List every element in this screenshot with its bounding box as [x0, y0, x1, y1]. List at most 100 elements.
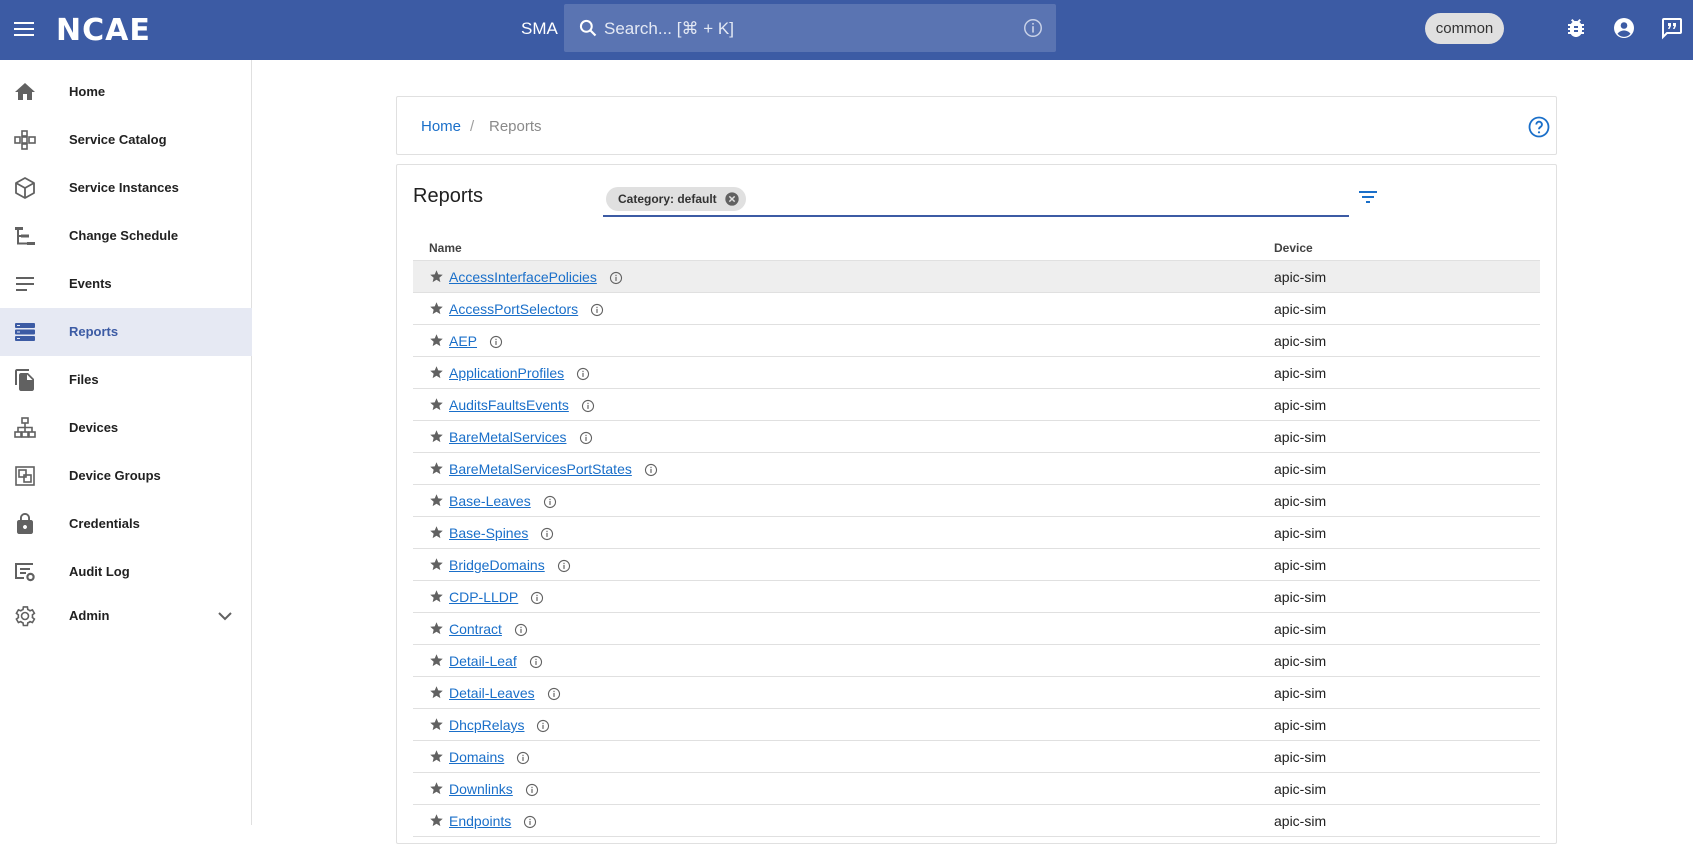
column-header-device[interactable]: Device: [1274, 241, 1313, 255]
chevron-down-icon[interactable]: [213, 604, 237, 628]
info-icon[interactable]: [590, 303, 604, 317]
star-icon[interactable]: [429, 461, 444, 476]
report-link[interactable]: BareMetalServices: [449, 429, 593, 445]
table-row[interactable]: Base-Spines apic-sim: [413, 517, 1540, 549]
sidebar-item-service-instances[interactable]: Service Instances: [0, 164, 252, 212]
report-link[interactable]: Detail-Leaf: [449, 653, 543, 669]
report-link[interactable]: Detail-Leaves: [449, 685, 561, 701]
table-row[interactable]: ApplicationProfiles apic-sim: [413, 357, 1540, 389]
info-icon[interactable]: [543, 495, 557, 509]
search-input[interactable]: Search... [⌘ + K]: [604, 19, 734, 39]
report-link[interactable]: Contract: [449, 621, 528, 637]
star-icon[interactable]: [429, 717, 444, 732]
report-name[interactable]: ApplicationProfiles: [449, 365, 564, 381]
sidebar-item-change-schedule[interactable]: Change Schedule: [0, 212, 252, 260]
report-name[interactable]: AccessPortSelectors: [449, 301, 578, 317]
star-icon[interactable]: [429, 781, 444, 796]
table-row[interactable]: DhcpRelays apic-sim: [413, 709, 1540, 741]
table-row[interactable]: AEP apic-sim: [413, 325, 1540, 357]
report-link[interactable]: Endpoints: [449, 813, 537, 829]
report-name[interactable]: AuditsFaultsEvents: [449, 397, 569, 413]
sidebar-item-credentials[interactable]: Credentials: [0, 500, 252, 548]
star-icon[interactable]: [429, 301, 444, 316]
sidebar-item-devices[interactable]: Devices: [0, 404, 252, 452]
account-icon[interactable]: [1612, 16, 1636, 40]
star-icon[interactable]: [429, 333, 444, 348]
report-link[interactable]: BareMetalServicesPortStates: [449, 461, 658, 477]
star-icon[interactable]: [429, 493, 444, 508]
report-link[interactable]: AccessInterfacePolicies: [449, 269, 623, 285]
table-row[interactable]: BridgeDomains apic-sim: [413, 549, 1540, 581]
report-link[interactable]: AEP: [449, 333, 503, 349]
report-link[interactable]: Downlinks: [449, 781, 539, 797]
report-name[interactable]: Domains: [449, 749, 504, 765]
report-link[interactable]: Domains: [449, 749, 530, 765]
report-link[interactable]: Base-Spines: [449, 525, 554, 541]
bug-icon[interactable]: [1564, 16, 1588, 40]
info-icon[interactable]: [609, 271, 623, 285]
report-name[interactable]: CDP-LLDP: [449, 589, 518, 605]
sidebar-item-admin[interactable]: Admin: [0, 592, 252, 640]
help-icon[interactable]: [1527, 115, 1551, 139]
info-icon[interactable]: [1022, 17, 1044, 39]
table-row[interactable]: Downlinks apic-sim: [413, 773, 1540, 805]
report-link[interactable]: Base-Leaves: [449, 493, 557, 509]
column-header-name[interactable]: Name: [429, 241, 462, 255]
info-icon[interactable]: [579, 431, 593, 445]
info-icon[interactable]: [529, 655, 543, 669]
report-link[interactable]: DhcpRelays: [449, 717, 550, 733]
sidebar-item-files[interactable]: Files: [0, 356, 252, 404]
report-name[interactable]: BareMetalServices: [449, 429, 567, 445]
report-link[interactable]: BridgeDomains: [449, 557, 571, 573]
report-link[interactable]: CDP-LLDP: [449, 589, 544, 605]
report-name[interactable]: DhcpRelays: [449, 717, 524, 733]
sidebar-item-device-groups[interactable]: Device Groups: [0, 452, 252, 500]
table-row[interactable]: Base-Leaves apic-sim: [413, 485, 1540, 517]
table-row[interactable]: BareMetalServicesPortStates apic-sim: [413, 453, 1540, 485]
search-box[interactable]: Search... [⌘ + K]: [564, 4, 1056, 52]
report-name[interactable]: Endpoints: [449, 813, 511, 829]
star-icon[interactable]: [429, 621, 444, 636]
report-name[interactable]: Base-Leaves: [449, 493, 531, 509]
info-icon[interactable]: [547, 687, 561, 701]
report-name[interactable]: Detail-Leaf: [449, 653, 517, 669]
info-icon[interactable]: [530, 591, 544, 605]
report-name[interactable]: Base-Spines: [449, 525, 528, 541]
report-name[interactable]: BridgeDomains: [449, 557, 545, 573]
info-icon[interactable]: [576, 367, 590, 381]
info-icon[interactable]: [489, 335, 503, 349]
table-row[interactable]: AccessPortSelectors apic-sim: [413, 293, 1540, 325]
table-row[interactable]: AuditsFaultsEvents apic-sim: [413, 389, 1540, 421]
sidebar-item-service-catalog[interactable]: Service Catalog: [0, 116, 252, 164]
star-icon[interactable]: [429, 397, 444, 412]
filter-icon[interactable]: [1356, 185, 1380, 209]
table-row[interactable]: Detail-Leaves apic-sim: [413, 677, 1540, 709]
report-name[interactable]: Detail-Leaves: [449, 685, 535, 701]
report-name[interactable]: BareMetalServicesPortStates: [449, 461, 632, 477]
report-name[interactable]: AEP: [449, 333, 477, 349]
star-icon[interactable]: [429, 653, 444, 668]
report-link[interactable]: ApplicationProfiles: [449, 365, 590, 381]
info-icon[interactable]: [540, 527, 554, 541]
report-link[interactable]: AuditsFaultsEvents: [449, 397, 595, 413]
table-row[interactable]: Domains apic-sim: [413, 741, 1540, 773]
menu-icon[interactable]: [12, 16, 38, 42]
breadcrumb-home-link[interactable]: Home: [421, 118, 461, 135]
info-icon[interactable]: [644, 463, 658, 477]
filter-chip[interactable]: Category: default: [606, 187, 746, 211]
table-row[interactable]: Contract apic-sim: [413, 613, 1540, 645]
table-row[interactable]: AccessInterfacePolicies apic-sim: [413, 261, 1540, 293]
table-row[interactable]: BareMetalServices apic-sim: [413, 421, 1540, 453]
info-icon[interactable]: [514, 623, 528, 637]
star-icon[interactable]: [429, 749, 444, 764]
info-icon[interactable]: [516, 751, 530, 765]
sidebar-item-events[interactable]: Events: [0, 260, 252, 308]
close-icon[interactable]: [724, 191, 740, 207]
table-row[interactable]: Endpoints apic-sim: [413, 805, 1540, 837]
table-row[interactable]: Detail-Leaf apic-sim: [413, 645, 1540, 677]
sidebar-item-reports[interactable]: Reports: [0, 308, 252, 356]
info-icon[interactable]: [523, 815, 537, 829]
info-icon[interactable]: [557, 559, 571, 573]
table-row[interactable]: CDP-LLDP apic-sim: [413, 581, 1540, 613]
star-icon[interactable]: [429, 557, 444, 572]
